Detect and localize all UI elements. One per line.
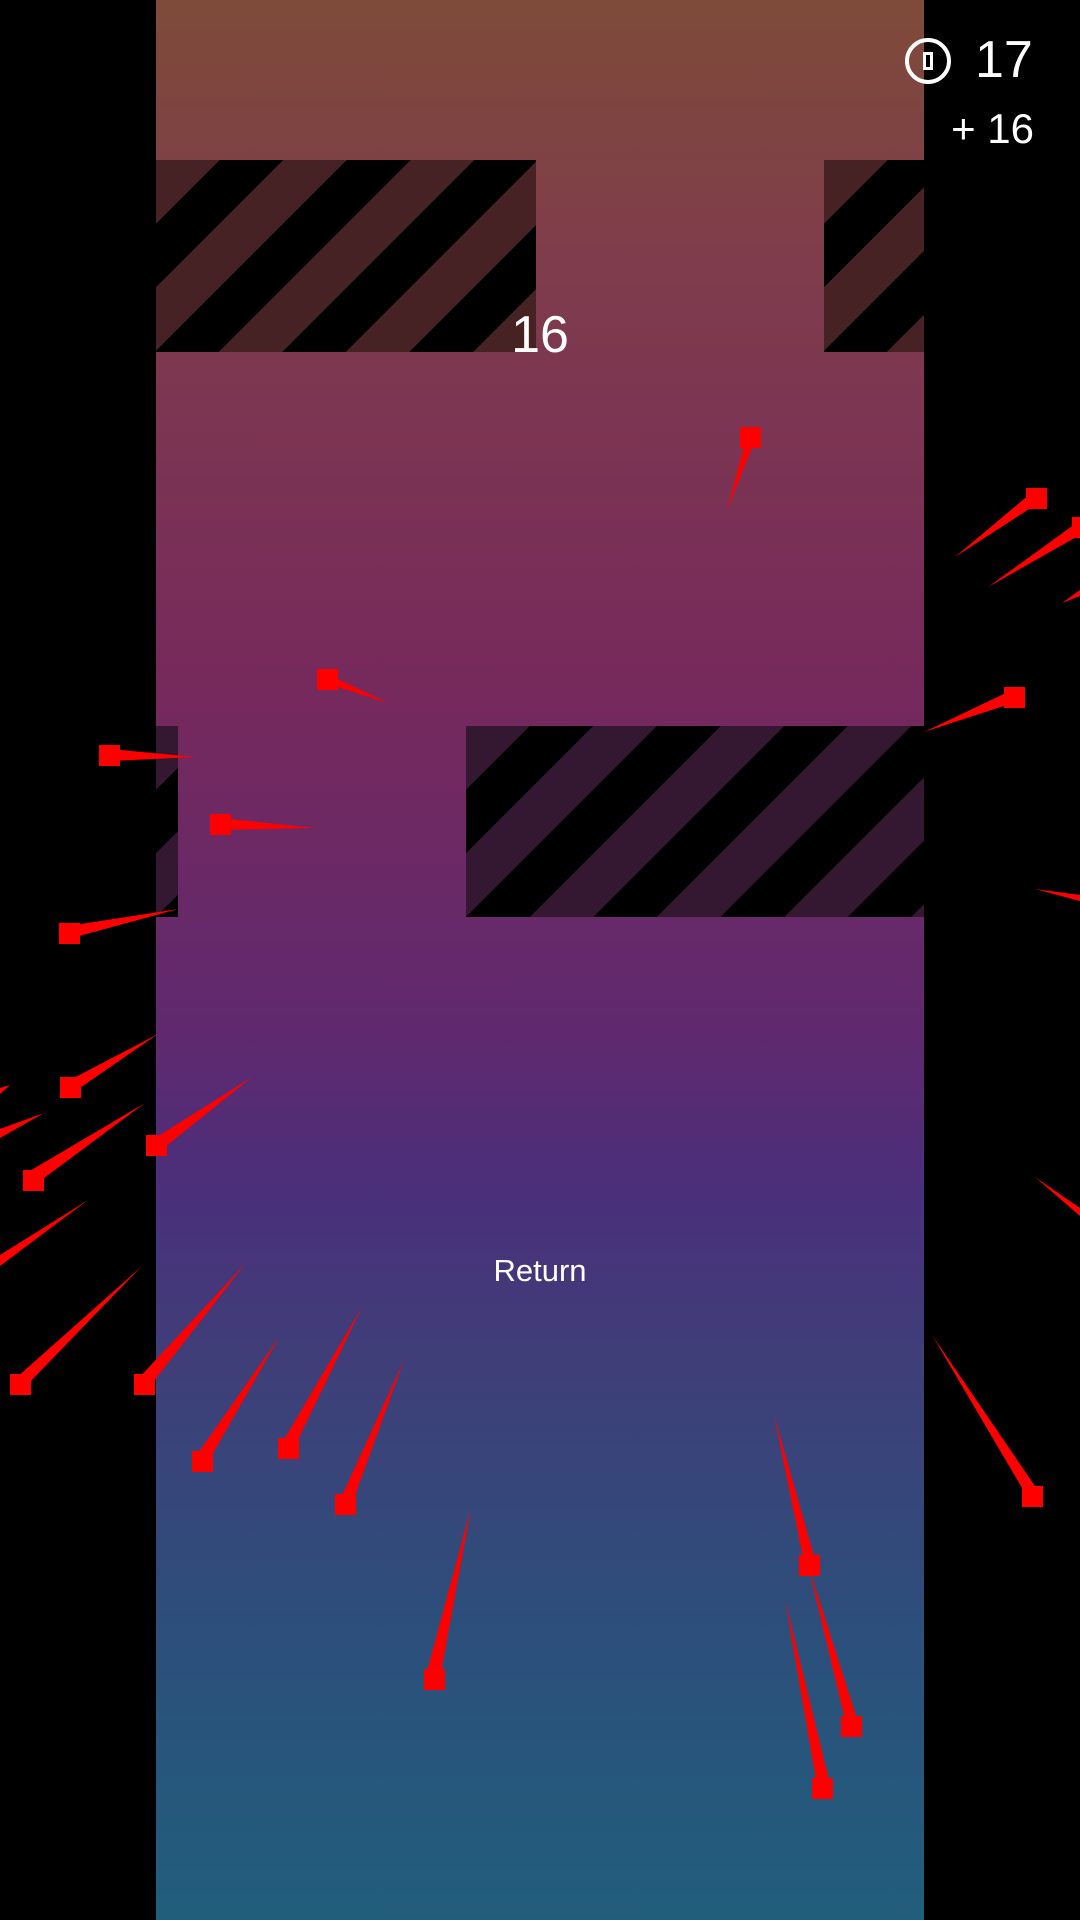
particle-burst: .tr{fill:#ff0000;} .hd{fill:#ff0000;} xyxy=(0,427,1080,1799)
particle xyxy=(146,1077,252,1156)
particle xyxy=(727,427,761,510)
particle xyxy=(10,1266,142,1395)
particle xyxy=(1062,590,1080,603)
particle xyxy=(1035,889,1080,901)
particle xyxy=(808,1565,862,1737)
particle xyxy=(424,1508,471,1690)
particle xyxy=(955,488,1047,557)
particle xyxy=(192,1336,280,1472)
particle xyxy=(23,1103,145,1191)
particle xyxy=(0,1085,10,1094)
particle xyxy=(335,1360,404,1515)
particle xyxy=(60,1034,158,1098)
particle xyxy=(134,1264,245,1395)
particle xyxy=(278,1307,362,1459)
particle xyxy=(932,1335,1043,1507)
particle xyxy=(99,745,196,766)
particle xyxy=(0,1113,44,1138)
particle xyxy=(0,1200,88,1266)
return-button[interactable]: Return xyxy=(440,1245,640,1297)
particle xyxy=(774,1415,820,1576)
particle xyxy=(317,669,388,703)
particle xyxy=(1035,1177,1080,1216)
particle xyxy=(988,517,1080,587)
particle xyxy=(210,814,315,835)
particle xyxy=(59,909,178,944)
particle xyxy=(924,687,1025,732)
